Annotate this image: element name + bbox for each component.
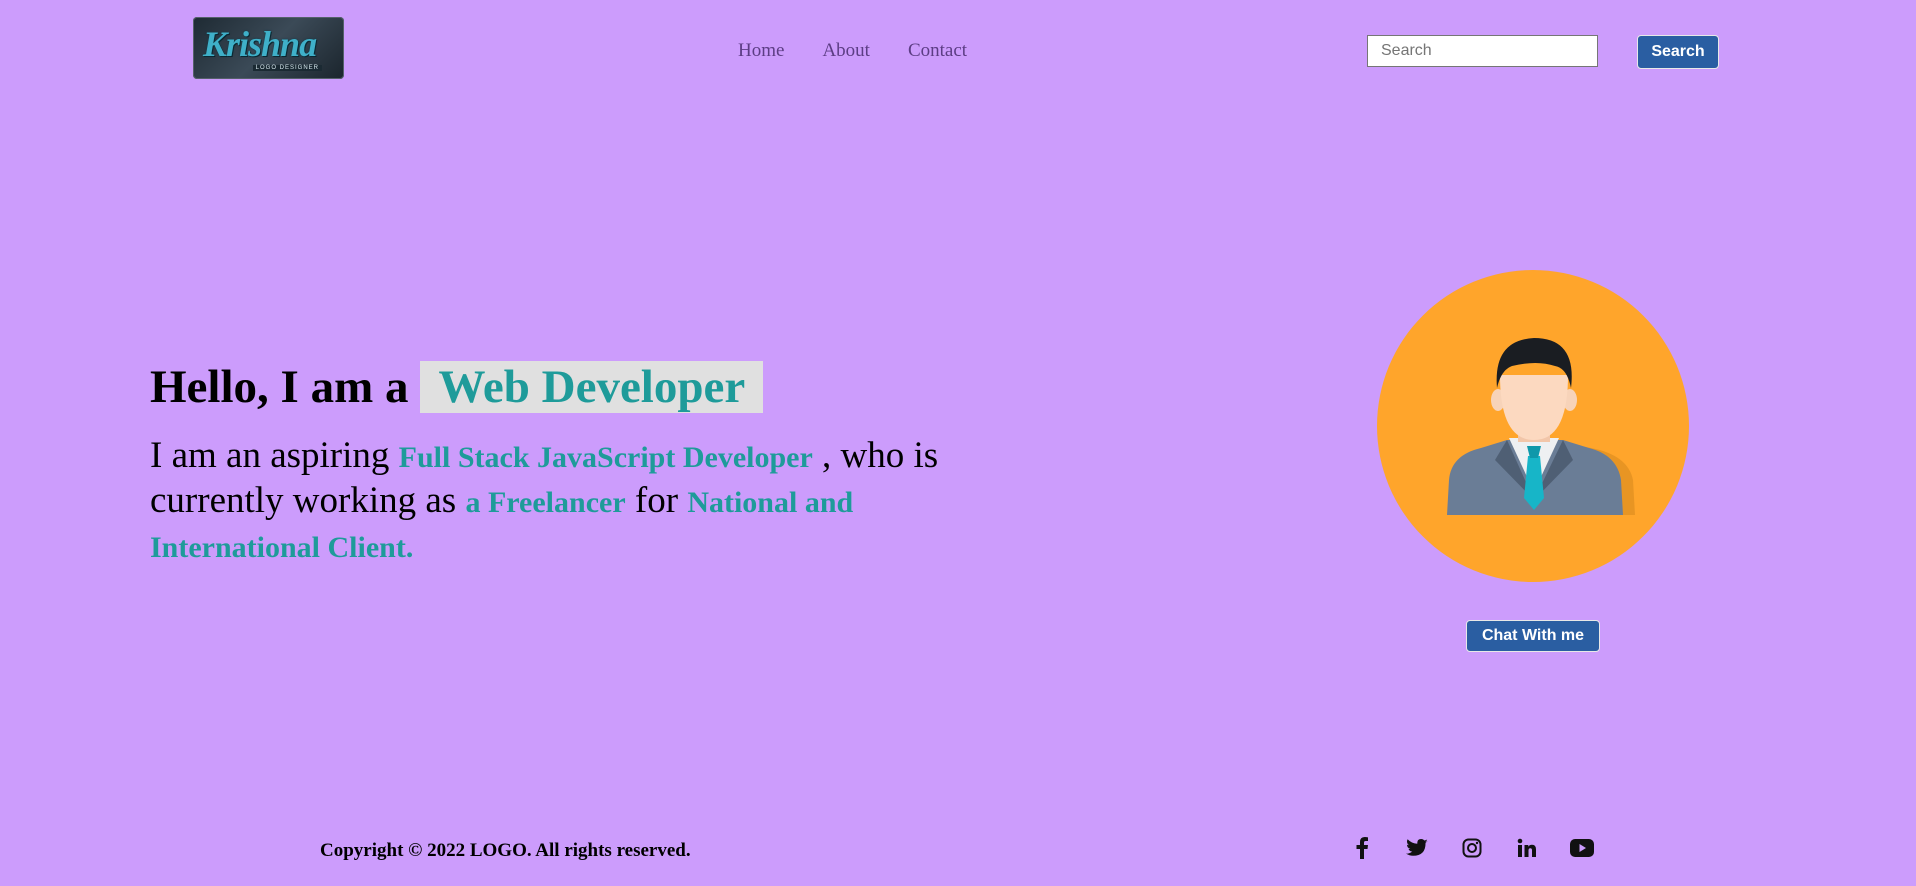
hero-role-badge: Web Developer bbox=[420, 361, 764, 413]
intro-text-1: I am an aspiring bbox=[150, 435, 399, 476]
hero-greeting: Hello, I am a bbox=[150, 361, 409, 413]
youtube-icon[interactable] bbox=[1570, 836, 1594, 860]
facebook-icon[interactable] bbox=[1350, 836, 1374, 860]
logo-text: Krishna bbox=[203, 24, 317, 64]
nav-contact-link[interactable]: Contact bbox=[908, 40, 967, 62]
intro-highlight-stack: Full Stack JavaScript Developer bbox=[398, 441, 813, 474]
hero-heading: Hello, I am a Web Developer bbox=[150, 360, 990, 414]
social-links bbox=[1350, 836, 1625, 860]
person-icon bbox=[1447, 338, 1635, 515]
twitter-icon[interactable] bbox=[1405, 836, 1429, 860]
chat-button[interactable]: Chat With me bbox=[1466, 620, 1600, 652]
profile-avatar bbox=[1377, 270, 1689, 582]
hero-section: Hello, I am a Web Developer I am an aspi… bbox=[150, 360, 990, 569]
intro-text-3: for bbox=[625, 480, 688, 521]
search-button[interactable]: Search bbox=[1637, 35, 1719, 69]
site-logo[interactable]: Krishna LOGO DESIGNER bbox=[193, 17, 344, 79]
linkedin-icon[interactable] bbox=[1515, 836, 1539, 860]
intro-highlight-freelancer: a Freelancer bbox=[465, 486, 626, 519]
nav-about-link[interactable]: About bbox=[822, 40, 870, 62]
logo-subtitle: LOGO DESIGNER bbox=[252, 65, 322, 71]
copyright-text: Copyright © 2022 LOGO. All rights reserv… bbox=[320, 840, 691, 861]
instagram-icon[interactable] bbox=[1460, 836, 1484, 860]
nav-home-link[interactable]: Home bbox=[738, 40, 784, 62]
search-input[interactable] bbox=[1367, 35, 1598, 67]
main-nav: Home About Contact bbox=[738, 40, 1005, 62]
hero-intro: I am an aspiring Full Stack JavaScript D… bbox=[150, 434, 990, 569]
